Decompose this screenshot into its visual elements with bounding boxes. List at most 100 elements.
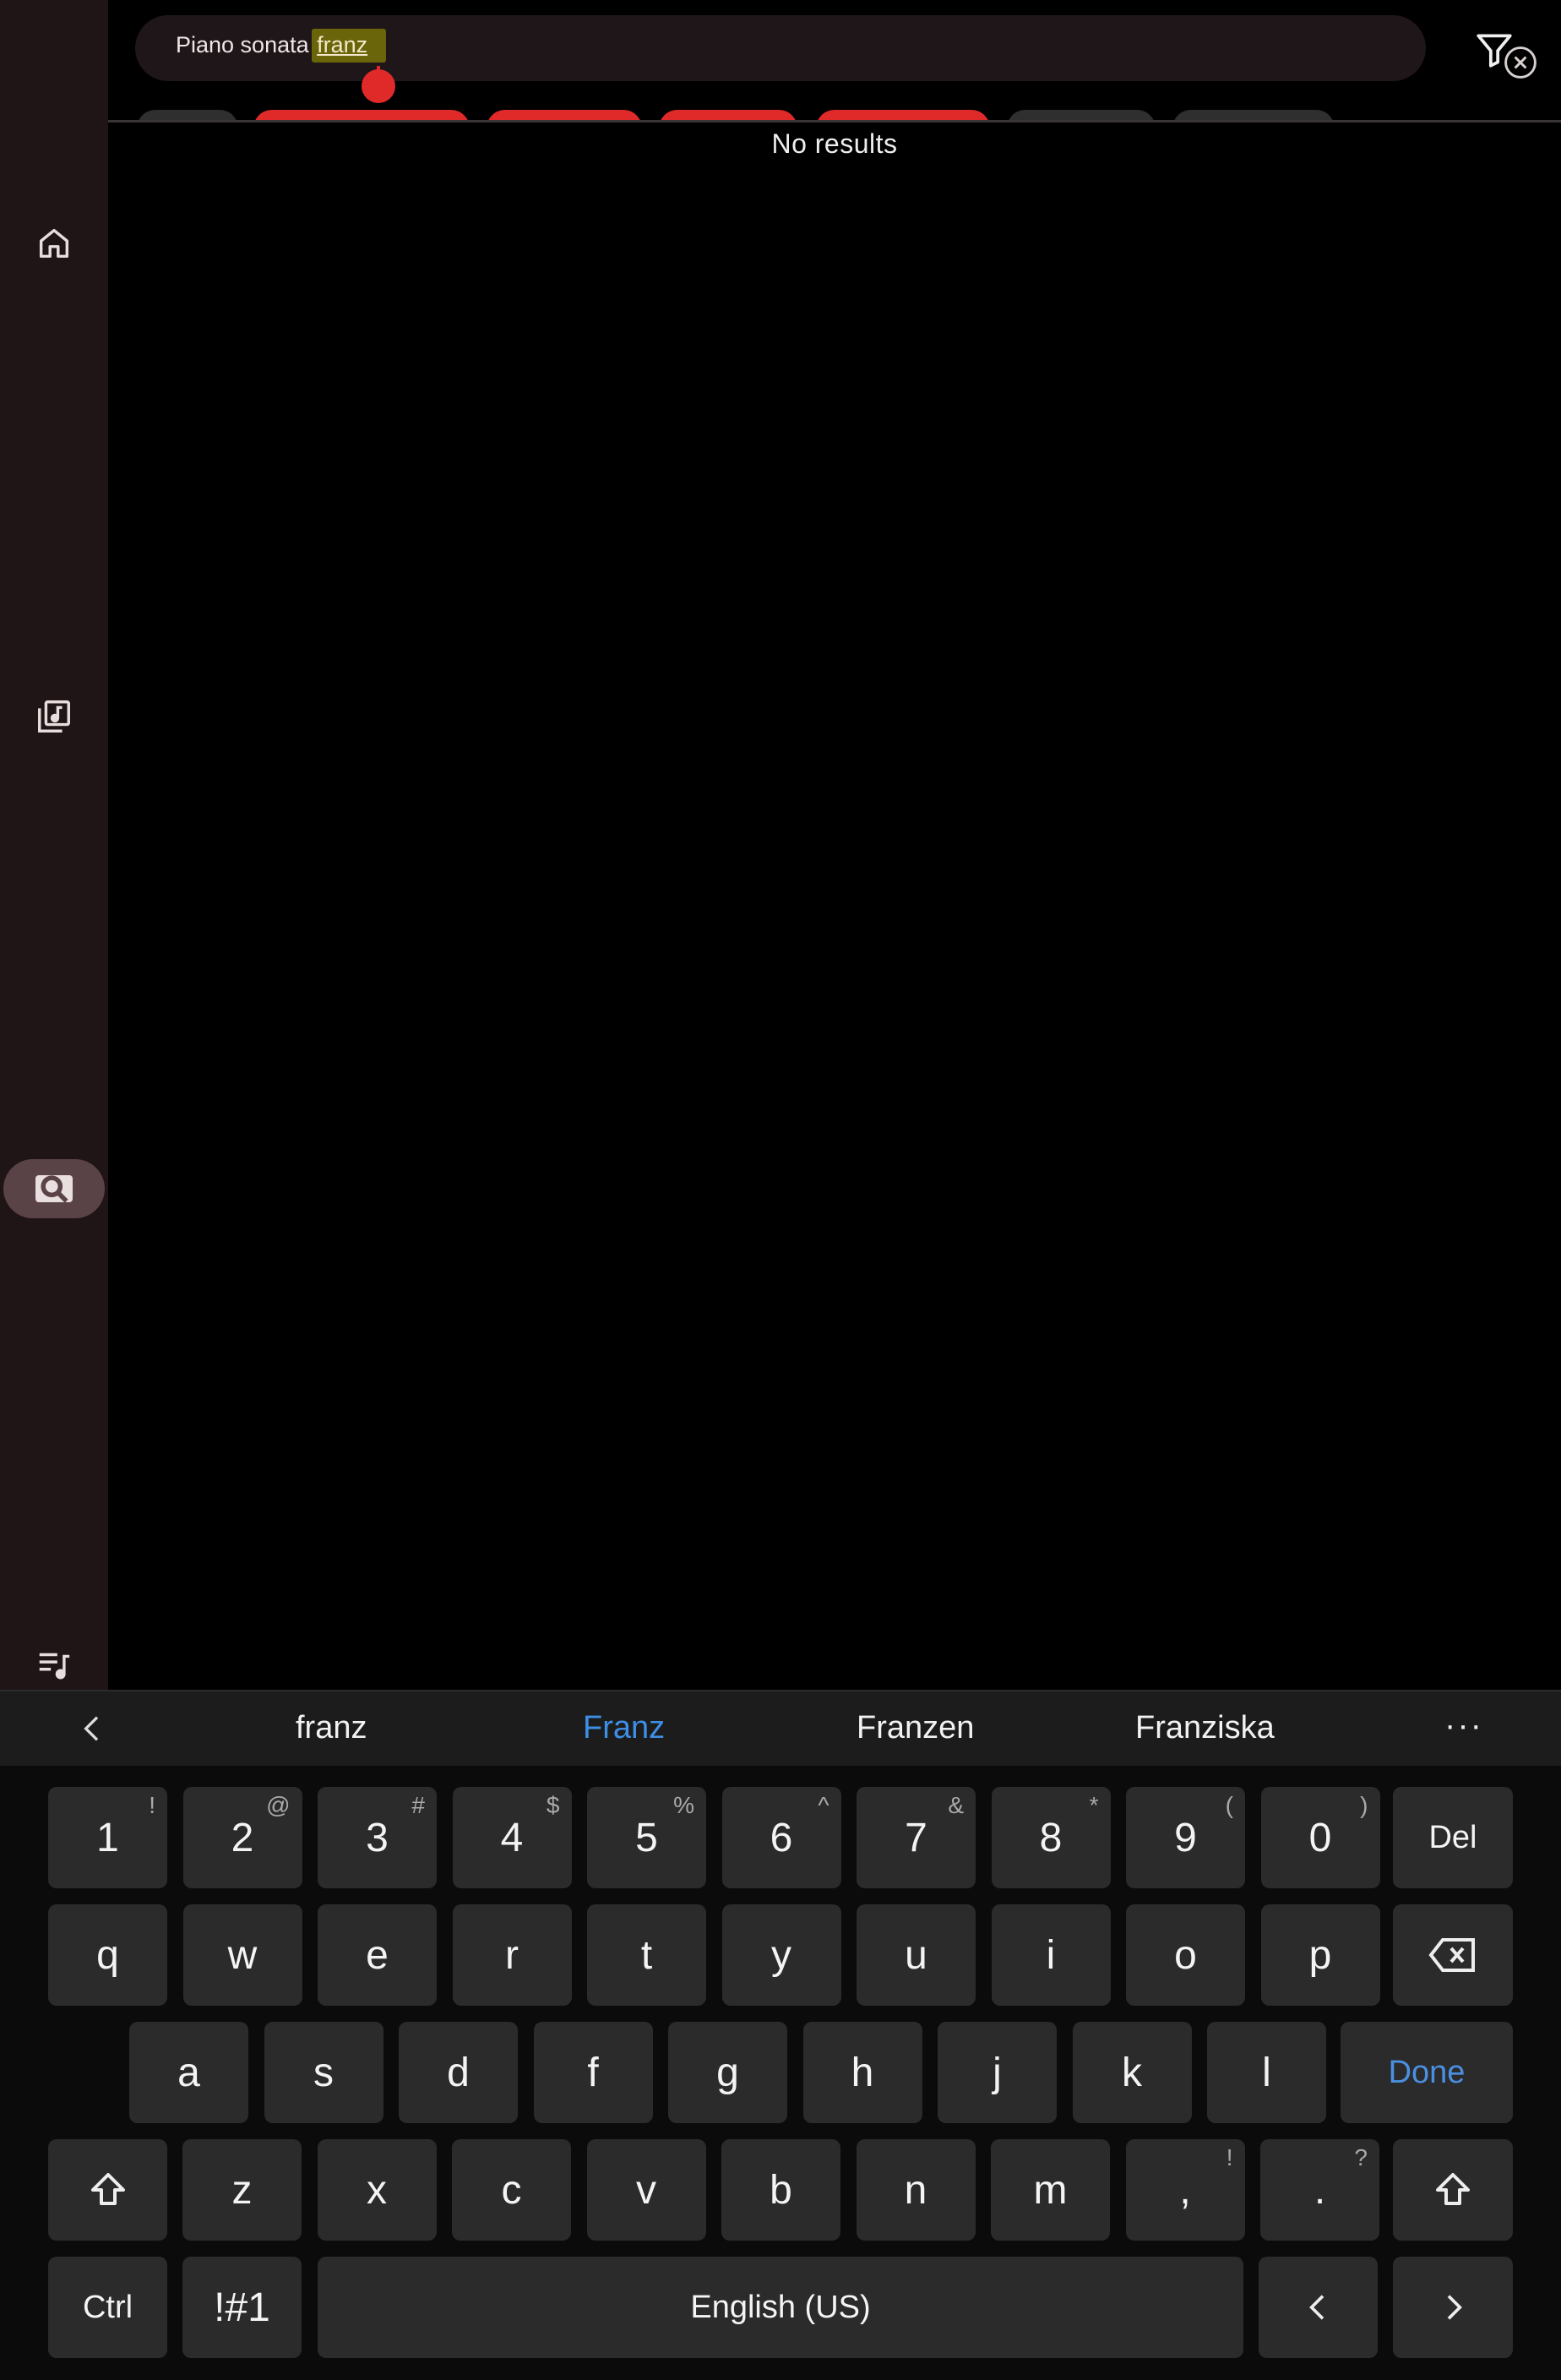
backspace-key[interactable] (1393, 1904, 1513, 2006)
key-label: Ctrl (82, 2289, 133, 2325)
key-label: 8 (1039, 1815, 1063, 1860)
suggestion-item[interactable]: Franzen (857, 1710, 974, 1746)
space-key[interactable]: English (US) (318, 2257, 1243, 2358)
key-5[interactable]: 5% (587, 1787, 706, 1888)
key-label: x (367, 2167, 387, 2213)
key-y[interactable]: y (721, 1904, 841, 2006)
key-label: 4 (500, 1815, 524, 1860)
del-key[interactable]: Del (1393, 1787, 1513, 1888)
search-nav-item[interactable] (3, 1159, 105, 1218)
queue-music-icon[interactable] (29, 1639, 79, 1690)
key-u[interactable]: u (857, 1904, 976, 2006)
more-suggestions-button[interactable]: ··· (1444, 1707, 1483, 1745)
key-m[interactable]: m (991, 2139, 1110, 2241)
key-label: r (505, 1932, 519, 1978)
key-z[interactable]: z (182, 2139, 302, 2241)
key-label: 5 (635, 1815, 658, 1860)
shift-icon (90, 2173, 125, 2205)
key-alt-label: $ (546, 1792, 560, 1818)
chevron-right-icon (1447, 2295, 1462, 2320)
key-7[interactable]: 7 & (857, 1787, 976, 1888)
key-a[interactable]: a (129, 2022, 248, 2123)
key-d[interactable]: d (399, 2022, 518, 2123)
key-6[interactable]: 6 ^ (721, 1787, 841, 1888)
key-label: b (770, 2167, 792, 2213)
key-h[interactable]: h (802, 2022, 922, 2123)
done-key[interactable]: Done (1341, 2022, 1513, 2123)
key-alt-label: ! (1226, 2144, 1233, 2170)
key-t[interactable]: t (587, 1904, 706, 2006)
key-label: n (904, 2167, 927, 2213)
key-k[interactable]: k (1072, 2022, 1192, 2123)
key-r[interactable]: r (452, 1904, 572, 2006)
cursor-right-key[interactable] (1393, 2257, 1513, 2358)
key-o[interactable]: o (1126, 1904, 1245, 2006)
shift-key[interactable] (48, 2139, 167, 2241)
composing-word: franz (312, 29, 387, 63)
key-alt-label: ^ (818, 1792, 829, 1818)
key-4[interactable]: 4 $ (452, 1787, 572, 1888)
key-alt-label: ( (1225, 1792, 1233, 1818)
shift-key-right[interactable] (1393, 2139, 1513, 2241)
key-s[interactable]: s (264, 2022, 383, 2123)
cursor-left-key[interactable] (1259, 2257, 1378, 2358)
home-icon[interactable] (29, 218, 79, 269)
empty-results-text: No results (771, 128, 898, 159)
symbols-key[interactable]: !#1 (182, 2257, 302, 2358)
search-input[interactable]: Piano sonata franz (135, 15, 1537, 81)
key-label: 0 (1308, 1815, 1332, 1860)
key-label: g (716, 2050, 739, 2095)
key-label: 1 (96, 1815, 119, 1860)
key-label: w (227, 1932, 258, 1978)
key-i[interactable]: i (991, 1904, 1111, 2006)
key-w[interactable]: w (182, 1904, 302, 2006)
key-j[interactable]: j (938, 2022, 1057, 2123)
key-g[interactable]: g (668, 2022, 787, 2123)
suggestion-item[interactable]: franz (296, 1710, 367, 1746)
key-label: l (1262, 2050, 1271, 2095)
key-label: !#1 (214, 2285, 270, 2330)
library-music-icon[interactable] (29, 691, 79, 742)
search-query[interactable]: Piano sonata franz (176, 29, 387, 63)
key-comma[interactable]: ,! (1125, 2139, 1245, 2241)
key-3[interactable]: 3 # (318, 1787, 437, 1888)
key-0[interactable]: 0) (1260, 1787, 1380, 1888)
key-label: y (771, 1932, 791, 1978)
key-8[interactable]: 8 * (991, 1787, 1111, 1888)
key-c[interactable]: c (452, 2139, 571, 2241)
key-q[interactable]: q (48, 1904, 167, 2006)
key-label: t (640, 1932, 653, 1978)
key-period[interactable]: .? (1260, 2139, 1379, 2241)
filter-icon[interactable] (1473, 29, 1515, 71)
key-x[interactable]: x (317, 2139, 437, 2241)
key-9[interactable]: 9( (1126, 1787, 1245, 1888)
search-icon (35, 1175, 73, 1203)
key-label: a (177, 2050, 200, 2095)
chevron-left-icon[interactable] (76, 1712, 110, 1746)
key-f[interactable]: f (533, 2022, 653, 2123)
key-label: e (366, 1932, 389, 1978)
suggestion-item[interactable]: Franz (583, 1710, 665, 1746)
key-2[interactable]: 2 @ (182, 1787, 302, 1888)
key-v[interactable]: v (586, 2139, 706, 2241)
key-b[interactable]: b (721, 2139, 840, 2241)
key-e[interactable]: e (318, 1904, 437, 2006)
key-label: j (993, 2050, 1002, 2095)
key-label: c (501, 2167, 522, 2213)
key-label: q (96, 1932, 119, 1978)
key-l[interactable]: l (1207, 2022, 1326, 2123)
suggestion-item[interactable]: Franziska (1135, 1710, 1275, 1746)
ctrl-key[interactable]: Ctrl (48, 2257, 167, 2358)
key-label: . (1314, 2167, 1326, 2213)
key-label: v (636, 2167, 656, 2213)
key-alt-label: * (1089, 1792, 1099, 1818)
key-n[interactable]: n (856, 2139, 976, 2241)
key-label: d (447, 2050, 470, 2095)
key-1[interactable]: 1! (48, 1787, 167, 1888)
text-cursor-handle[interactable] (361, 66, 396, 103)
key-label: , (1179, 2167, 1191, 2213)
key-label: k (1122, 2050, 1142, 2095)
key-label: English (US) (690, 2289, 871, 2325)
suggestion-bar: franz Franz Franzen Franziska ··· (0, 1690, 1561, 1766)
key-p[interactable]: p (1260, 1904, 1380, 2006)
